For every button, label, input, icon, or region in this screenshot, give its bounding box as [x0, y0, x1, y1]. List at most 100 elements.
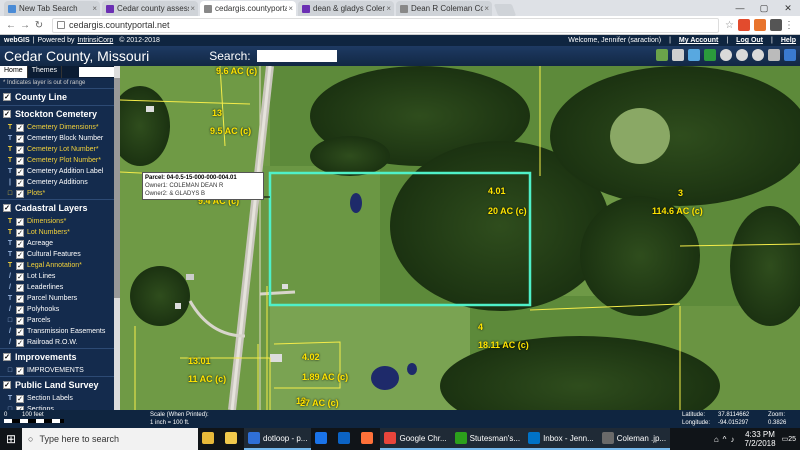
help-link[interactable]: Help [781, 37, 796, 44]
layer-group[interactable]: ✓ County Line [0, 88, 120, 105]
bookmark-star-icon[interactable]: ☆ [725, 20, 734, 31]
group-checkbox[interactable]: ✓ [3, 353, 11, 361]
clock[interactable]: 4:33 PM 7/2/2018 [744, 430, 775, 448]
home-icon[interactable] [784, 49, 796, 61]
layer-item[interactable]: | ✓ Cemetery Additions [0, 177, 120, 188]
taskbar-app-3[interactable] [311, 428, 334, 450]
new-tab-button[interactable] [493, 4, 517, 16]
taskbar-app-7[interactable]: Stutesman's... [450, 428, 525, 450]
chevron-up-icon[interactable]: ^ [723, 435, 727, 444]
layer-item[interactable]: / ✓ Railroad R.O.W. [0, 337, 120, 348]
group-checkbox[interactable]: ✓ [3, 204, 11, 212]
measure-icon[interactable] [688, 49, 700, 61]
layer-checkbox[interactable]: ✓ [16, 239, 24, 248]
taskbar-app-8[interactable]: Inbox - Jenn... [524, 428, 598, 450]
layer-item[interactable]: T ✓ Cultural Features [0, 249, 120, 260]
my-account-link[interactable]: My Account [679, 37, 718, 44]
reload-icon[interactable]: ↻ [32, 20, 46, 31]
zoom-out-icon[interactable] [736, 49, 748, 61]
info-icon[interactable] [57, 21, 65, 29]
close-window-icon[interactable]: ✕ [776, 0, 800, 16]
layer-checkbox[interactable]: ✓ [16, 261, 24, 270]
layer-checkbox[interactable]: ✓ [16, 327, 24, 336]
layer-checkbox[interactable]: ✓ [16, 272, 24, 281]
logout-link[interactable]: Log Out [736, 37, 763, 44]
back-icon[interactable]: ← [4, 20, 18, 31]
layer-checkbox[interactable]: ✓ [16, 305, 24, 314]
theme-select[interactable] [79, 67, 119, 77]
maximize-icon[interactable]: ▢ [752, 0, 776, 16]
layer-checkbox[interactable]: ✓ [16, 167, 24, 176]
close-tab-icon[interactable]: × [190, 4, 195, 13]
layer-checkbox[interactable]: ✓ [16, 123, 24, 132]
layer-item[interactable]: T ✓ Cemetery Block Number [0, 133, 120, 144]
taskbar-app-2[interactable]: dotloop - p... [244, 428, 312, 450]
brave-shield-icon[interactable] [754, 19, 766, 31]
layer-group[interactable]: ✓ Public Land Survey [0, 376, 120, 393]
taskbar-app-0[interactable] [198, 428, 221, 450]
taskbar-app-6[interactable]: Google Chr... [380, 428, 451, 450]
windows-start-icon[interactable]: ⊞ [0, 428, 22, 450]
volume-icon[interactable]: ♪ [730, 435, 734, 444]
layer-item[interactable]: T ✓ Legal Annotation* [0, 260, 120, 271]
identify-icon[interactable] [704, 49, 716, 61]
layer-checkbox[interactable]: ✓ [16, 156, 24, 165]
taskbar-app-5[interactable] [357, 428, 380, 450]
layer-item[interactable]: T ✓ Cemetery Dimensions* [0, 122, 120, 133]
layer-item[interactable]: T ✓ Cemetery Plot Number* [0, 155, 120, 166]
intrinsicorp-link[interactable]: IntrinsiCorp [77, 37, 113, 44]
taskbar-search[interactable]: ○ Type here to search [22, 428, 198, 450]
browser-tab-2[interactable]: cedargis.countyportal.net× [200, 1, 296, 16]
layer-checkbox[interactable]: ✓ [16, 366, 24, 375]
layer-item[interactable]: T ✓ Dimensions* [0, 216, 120, 227]
extension-icon[interactable] [738, 19, 750, 31]
layer-group[interactable]: ✓ Improvements [0, 348, 120, 365]
group-checkbox[interactable]: ✓ [3, 93, 11, 101]
zoom-in-icon[interactable] [720, 49, 732, 61]
layer-checkbox[interactable]: ✓ [16, 294, 24, 303]
browser-tab-3[interactable]: dean & gladys Coleman× [298, 1, 394, 16]
forward-icon[interactable]: → [18, 20, 32, 31]
zoom-extent-icon[interactable] [752, 49, 764, 61]
browser-tab-1[interactable]: Cedar county assessor m× [102, 1, 198, 16]
close-tab-icon[interactable]: × [484, 4, 489, 13]
menu-icon[interactable]: ⋮ [782, 20, 796, 31]
layer-group[interactable]: ✓ Stockton Cemetery [0, 105, 120, 122]
layer-checkbox[interactable]: ✓ [16, 217, 24, 226]
layer-checkbox[interactable]: ✓ [16, 189, 24, 198]
taskbar-app-4[interactable] [334, 428, 357, 450]
layer-group[interactable]: ✓ Cadastral Layers [0, 199, 120, 216]
layer-checkbox[interactable]: ✓ [16, 338, 24, 347]
layer-checkbox[interactable]: ✓ [16, 316, 24, 325]
layers-icon[interactable] [656, 49, 668, 61]
layer-item[interactable]: T ✓ Lot Numbers* [0, 227, 120, 238]
taskbar-app-9[interactable]: Coleman .jp... [597, 428, 671, 450]
layer-item[interactable]: / ✓ Lot Lines [0, 271, 120, 282]
layer-item[interactable]: □ ✓ Plots* [0, 188, 120, 199]
layer-item[interactable]: T ✓ Cemetery Lot Number* [0, 144, 120, 155]
tab-home[interactable]: Home [0, 66, 28, 78]
url-input[interactable]: cedargis.countyportal.net [52, 17, 720, 33]
layer-checkbox[interactable]: ✓ [16, 134, 24, 143]
close-tab-icon[interactable]: × [92, 4, 97, 13]
close-tab-icon[interactable]: × [386, 4, 391, 13]
people-icon[interactable]: ⌂ [714, 435, 719, 444]
pan-icon[interactable] [768, 49, 780, 61]
close-tab-icon[interactable]: × [288, 4, 293, 13]
browser-tab-0[interactable]: New Tab Search × [4, 1, 100, 16]
layer-item[interactable]: T ✓ Cemetery Addition Label [0, 166, 120, 177]
taskbar-app-1[interactable] [221, 428, 244, 450]
layer-checkbox[interactable]: ✓ [16, 250, 24, 259]
layer-checkbox[interactable]: ✓ [16, 178, 24, 187]
search-input[interactable] [256, 50, 337, 62]
layer-checkbox[interactable]: ✓ [16, 283, 24, 292]
layer-item[interactable]: / ✓ Polyhooks [0, 304, 120, 315]
group-checkbox[interactable]: ✓ [3, 110, 11, 118]
minimize-icon[interactable]: — [728, 0, 752, 16]
layer-item[interactable]: □ ✓ Parcels [0, 315, 120, 326]
notification-icon[interactable]: ▭25 [782, 435, 796, 443]
tab-themes[interactable]: Themes [28, 66, 62, 78]
layer-item[interactable]: / ✓ Leaderlines [0, 282, 120, 293]
group-checkbox[interactable]: ✓ [3, 381, 11, 389]
layer-checkbox[interactable]: ✓ [16, 228, 24, 237]
